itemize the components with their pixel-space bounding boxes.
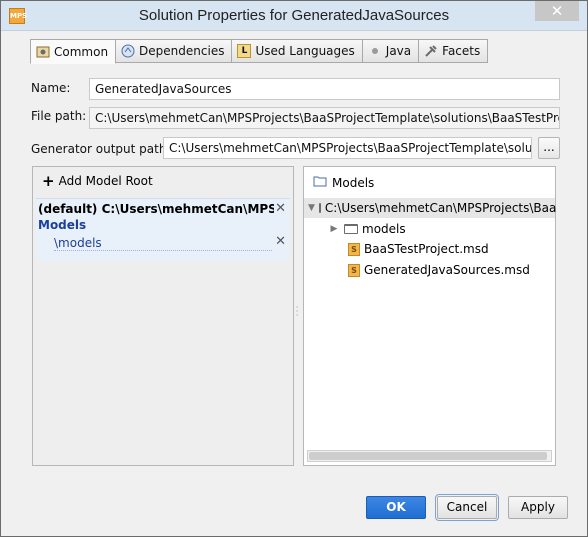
name-label: Name:: [31, 81, 71, 95]
remove-root-icon[interactable]: ✕: [275, 201, 286, 216]
facets-icon: [424, 44, 438, 58]
msd-file-icon: S: [348, 263, 360, 277]
tree-models-row[interactable]: ▶ models: [304, 219, 406, 239]
dependencies-icon: [121, 44, 135, 58]
name-field[interactable]: GeneratedJavaSources: [89, 78, 560, 100]
model-root-title: (default) C:\Users\mehmetCan\MPSProjects…: [38, 202, 274, 216]
browse-button[interactable]: ...: [538, 137, 560, 159]
tree-msd-label: GeneratedJavaSources.msd: [364, 263, 530, 277]
tab-dependencies[interactable]: Dependencies: [116, 39, 233, 63]
tree-models-label: models: [362, 222, 406, 236]
tab-used-languages-label: Used Languages: [255, 44, 355, 58]
tab-facets[interactable]: Facets: [419, 39, 489, 63]
solution-properties-dialog: MPS Solution Properties for GeneratedJav…: [0, 0, 588, 537]
models-header: Models: [313, 175, 374, 190]
window-title: Solution Properties for GeneratedJavaSou…: [138, 7, 450, 24]
file-path-field[interactable]: C:\Users\mehmetCan\MPSProjects\BaaSProje…: [89, 107, 560, 129]
models-header-label: Models: [332, 175, 375, 190]
msd-file-icon: S: [348, 242, 360, 256]
expanded-arrow-icon[interactable]: ▼: [308, 203, 315, 213]
tab-used-languages[interactable]: L Used Languages: [232, 39, 363, 63]
close-button[interactable]: ✕: [535, 1, 579, 21]
tab-dependencies-label: Dependencies: [139, 44, 225, 58]
tab-java-label: Java: [385, 44, 412, 58]
tree-msd-row[interactable]: S BaaSTestProject.msd: [304, 239, 489, 259]
tab-common-label: Common: [54, 44, 109, 59]
java-icon: [368, 44, 382, 58]
model-path-item[interactable]: \models: [54, 236, 272, 251]
add-model-root-label: Add Model Root: [58, 174, 153, 188]
languages-icon: L: [237, 44, 252, 58]
tree-msd-row[interactable]: S GeneratedJavaSources.msd: [304, 260, 530, 280]
tree-root-row[interactable]: ▼ C:\Users\mehmetCan\MPSProjects\Baa: [304, 198, 557, 218]
plus-icon: +: [42, 172, 55, 190]
ok-button[interactable]: OK: [366, 496, 426, 519]
generator-output-label: Generator output path:: [31, 142, 171, 156]
models-section-label: Models: [38, 218, 87, 232]
collapsed-arrow-icon[interactable]: ▶: [328, 224, 340, 234]
tree-root-label: C:\Users\mehmetCan\MPSProjects\Baa: [324, 201, 557, 215]
cancel-button[interactable]: Cancel: [435, 494, 499, 521]
tab-common[interactable]: Common: [30, 39, 117, 64]
panel-splitter[interactable]: · · ·: [294, 304, 300, 321]
tab-bar: Common Dependencies L Used Languages Jav…: [30, 39, 489, 64]
generator-output-field[interactable]: C:\Users\mehmetCan\MPSProjects\BaaSProje…: [163, 137, 532, 159]
model-root-entry[interactable]: (default) C:\Users\mehmetCan\MPSProjects…: [36, 198, 290, 260]
models-tree-panel: Models ▼ C:\Users\mehmetCan\MPSProjects\…: [303, 166, 556, 466]
remove-model-path-icon[interactable]: ✕: [275, 234, 286, 249]
horizontal-scrollbar[interactable]: [307, 450, 552, 462]
common-icon: [36, 45, 50, 59]
folder-icon: [318, 203, 321, 213]
title-bar: MPS Solution Properties for GeneratedJav…: [1, 1, 587, 31]
tab-facets-label: Facets: [442, 44, 481, 58]
model-roots-panel: + Add Model Root (default) C:\Users\mehm…: [32, 166, 294, 466]
apply-button[interactable]: Apply: [508, 496, 568, 519]
scrollbar-thumb[interactable]: [309, 452, 547, 460]
file-path-label: File path:: [31, 109, 87, 123]
tree-msd-label: BaaSTestProject.msd: [364, 242, 489, 256]
add-model-root-button[interactable]: + Add Model Root: [42, 172, 153, 190]
folder-icon: [344, 224, 358, 234]
tab-java[interactable]: Java: [362, 39, 420, 63]
folder-icon: [313, 175, 327, 190]
